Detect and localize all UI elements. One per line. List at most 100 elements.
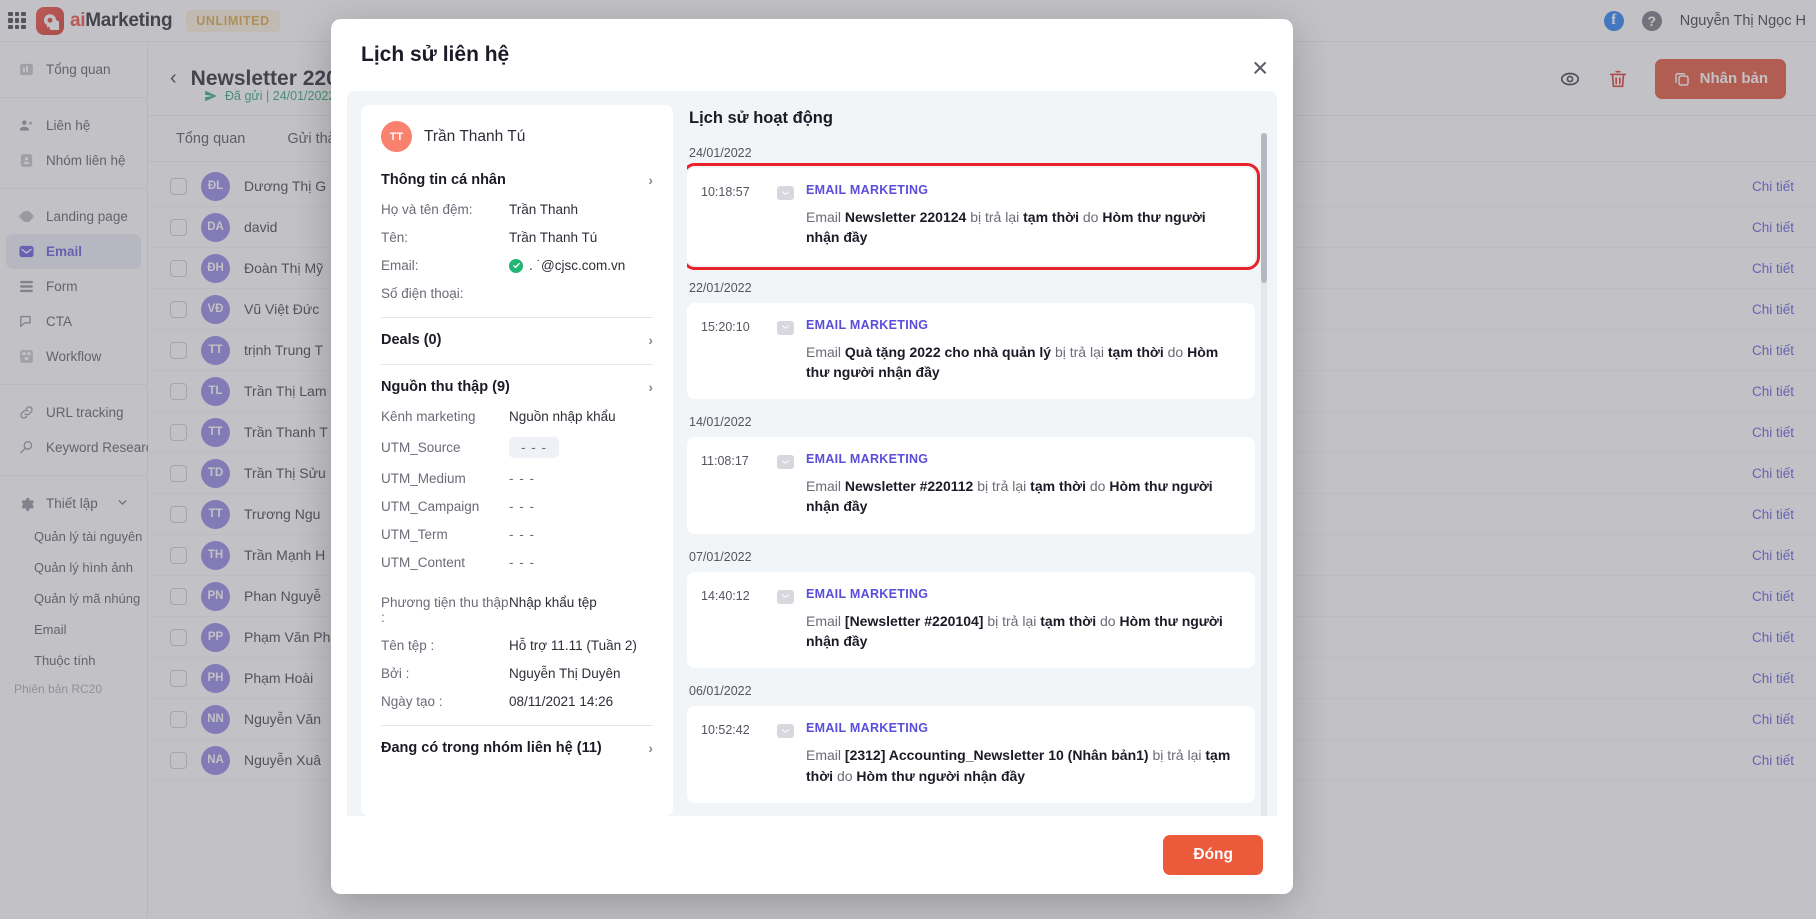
activity-item[interactable]: 11:08:17 EMAIL MARKETING Email Newslette… bbox=[687, 437, 1255, 534]
field-ho-va-ten-dem: Họ và tên đệm: Trần Thanh bbox=[381, 202, 653, 217]
profile-header: TT Trần Thanh Tú bbox=[381, 121, 653, 152]
field-value: - - - bbox=[509, 499, 535, 514]
activity-tag: EMAIL MARKETING bbox=[806, 317, 929, 332]
field-label: Ngày tạo : bbox=[381, 694, 443, 709]
activity-tag: EMAIL MARKETING bbox=[806, 586, 929, 601]
field-utm-campaign: UTM_Campaign - - - bbox=[381, 499, 653, 514]
activity-time: 10:52:42 bbox=[701, 723, 750, 738]
activity-time: 10:18:57 bbox=[701, 185, 750, 199]
field-value: - - - bbox=[509, 527, 535, 542]
activity-time: 11:08:17 bbox=[701, 454, 749, 469]
contact-history-modal: Lịch sử liên hệ ✕ TT Trần Thanh Tú Thông… bbox=[331, 19, 1293, 894]
activity-prefix: Email bbox=[806, 612, 845, 629]
field-value: 08/11/2021 14:26 bbox=[509, 694, 614, 709]
activity-text: Email [Newsletter #220104] bị trả lại tạ… bbox=[806, 611, 1237, 652]
activity-main: EMAIL MARKETING Email Newsletter #220112… bbox=[806, 452, 1237, 517]
section-nguon-thu-thap[interactable]: Nguồn thu thập (9) › bbox=[381, 379, 653, 395]
activity-text: Email Newsletter 220124 bị trả lại tạm t… bbox=[806, 207, 1237, 248]
chevron-right-icon: › bbox=[648, 332, 653, 348]
activity-mid: bị trả lại bbox=[1051, 343, 1108, 360]
field-utm-source: UTM_Source - - - bbox=[381, 437, 653, 458]
activity-tag: EMAIL MARKETING bbox=[806, 721, 929, 736]
field-label: UTM_Source bbox=[381, 440, 461, 455]
activity-main: EMAIL MARKETING Email Quà tặng 2022 cho … bbox=[806, 318, 1237, 383]
section-nguon-thu-thap-label: Nguồn thu thập (9) bbox=[381, 379, 510, 395]
close-modal-button[interactable]: Đóng bbox=[1163, 835, 1263, 875]
field-value: - - - bbox=[509, 555, 535, 570]
modal-body: TT Trần Thanh Tú Thông tin cá nhân › Họ … bbox=[347, 91, 1277, 816]
field-phuong-tien-thu-thap: Phương tiện thu thập : Nhập khẩu tệp bbox=[381, 595, 653, 625]
close-icon[interactable]: ✕ bbox=[1251, 59, 1269, 80]
activity-prefix: Email bbox=[806, 343, 845, 360]
field-label: Kênh marketing bbox=[381, 409, 476, 424]
field-label: Phương tiện thu thập : bbox=[381, 595, 509, 625]
field-label: UTM_Term bbox=[381, 527, 448, 542]
field-value: Trần Thanh bbox=[509, 202, 579, 217]
envelope-icon bbox=[777, 589, 794, 604]
activity-item[interactable]: 15:20:10 EMAIL MARKETING Email Quà tặng … bbox=[687, 302, 1255, 400]
activity-mid: bị trả lại bbox=[973, 478, 1031, 495]
modal-title: Lịch sử liên hệ bbox=[361, 43, 510, 66]
field-kenh-marketing: Kênh marketing Nguồn nhập khẩu bbox=[381, 409, 653, 424]
section-deals[interactable]: Deals (0) › bbox=[381, 332, 653, 348]
field-ten: Tên: Trần Thanh Tú bbox=[381, 230, 653, 245]
activity-reason: tạm thời bbox=[1107, 343, 1164, 360]
activity-tag: EMAIL MARKETING bbox=[806, 183, 929, 197]
field-label: Họ và tên đệm: bbox=[381, 202, 473, 217]
activity-suffix: do bbox=[1096, 612, 1120, 629]
activity-main: EMAIL MARKETING Email [2312] Accounting_… bbox=[806, 721, 1237, 786]
activity-suffix: do bbox=[1086, 478, 1110, 495]
activity-prefix: Email bbox=[806, 478, 845, 495]
section-nhom-lien-he[interactable]: Đang có trong nhóm liên hệ (11) › bbox=[381, 740, 653, 756]
field-value: Nhập khẩu tệp bbox=[509, 595, 597, 610]
field-ngay-tao: Ngày tạo : 08/11/2021 14:26 bbox=[381, 694, 653, 709]
activity-subject: Newsletter 220124 bbox=[844, 209, 967, 225]
activity-suffix: do bbox=[833, 767, 857, 784]
activity-mid: bị trả lại bbox=[966, 209, 1024, 225]
field-label: UTM_Campaign bbox=[381, 499, 480, 514]
activity-subject: Quà tặng 2022 cho nhà quản lý bbox=[844, 343, 1052, 360]
activity-prefix: Email bbox=[806, 209, 845, 225]
field-value: - - - bbox=[509, 471, 535, 486]
activity-tag: EMAIL MARKETING bbox=[806, 452, 929, 467]
field-label: UTM_Content bbox=[381, 555, 466, 570]
activity-date: 22/01/2022 bbox=[689, 280, 752, 295]
field-label: UTM_Medium bbox=[381, 471, 466, 486]
activity-suffix: do bbox=[1078, 209, 1103, 225]
field-value-wrap: . ˙@cjsc.com.vn bbox=[509, 258, 653, 273]
field-value: Hỗ trợ 11.11 (Tuần 2) bbox=[509, 638, 637, 653]
activity-reason: tạm thời bbox=[1040, 612, 1097, 629]
field-value: Nguyễn Thị Duyên bbox=[509, 666, 621, 681]
activity-item[interactable]: 10:18:57 EMAIL MARKETING Email Newslette… bbox=[687, 163, 1260, 270]
field-label: Tên: bbox=[381, 230, 409, 245]
field-label: Tên tệp : bbox=[381, 638, 435, 653]
divider bbox=[381, 725, 653, 726]
profile-card: TT Trần Thanh Tú Thông tin cá nhân › Họ … bbox=[361, 105, 673, 816]
activity-panel: Lịch sử hoạt động 24/01/2022 10:18:57 EM… bbox=[687, 105, 1267, 816]
activity-title: Lịch sử hoạt động bbox=[689, 109, 833, 127]
activity-date: 14/01/2022 bbox=[689, 415, 752, 430]
activity-item[interactable]: 14:40:12 EMAIL MARKETING Email [Newslett… bbox=[687, 571, 1255, 669]
section-personal-info[interactable]: Thông tin cá nhân › bbox=[381, 172, 653, 188]
activity-suffix: do bbox=[1163, 343, 1188, 360]
activity-text: Email Newsletter #220112 bị trả lại tạm … bbox=[806, 476, 1237, 517]
chevron-right-icon: › bbox=[648, 172, 653, 188]
field-so-dien-thoai: Số điện thoại: bbox=[381, 286, 653, 301]
avatar: TT bbox=[381, 121, 412, 152]
section-nhom-lien-he-label: Đang có trong nhóm liên hệ (11) bbox=[381, 740, 602, 756]
activity-item[interactable]: 10:52:42 EMAIL MARKETING Email [2312] Ac… bbox=[687, 706, 1255, 803]
activity-prefix: Email bbox=[806, 747, 845, 764]
field-label: Email: bbox=[381, 258, 419, 273]
field-value: Trần Thanh Tú bbox=[509, 230, 598, 245]
field-utm-term: UTM_Term - - - bbox=[381, 527, 653, 542]
activity-reason: tạm thời bbox=[1023, 209, 1079, 225]
profile-name: Trần Thanh Tú bbox=[424, 127, 526, 145]
field-ten-tep: Tên tệp : Hỗ trợ 11.11 (Tuần 2) bbox=[381, 638, 653, 653]
activity-subject: [Newsletter #220104] bbox=[844, 612, 984, 629]
field-utm-content: UTM_Content - - - bbox=[381, 555, 653, 570]
activity-scrollbar-thumb[interactable] bbox=[1261, 133, 1267, 283]
activity-subject: Newsletter #220112 bbox=[844, 478, 974, 495]
modal-footer: Đóng bbox=[331, 816, 1293, 894]
field-email: Email: . ˙@cjsc.com.vn bbox=[381, 258, 653, 273]
chevron-right-icon: › bbox=[648, 740, 653, 756]
